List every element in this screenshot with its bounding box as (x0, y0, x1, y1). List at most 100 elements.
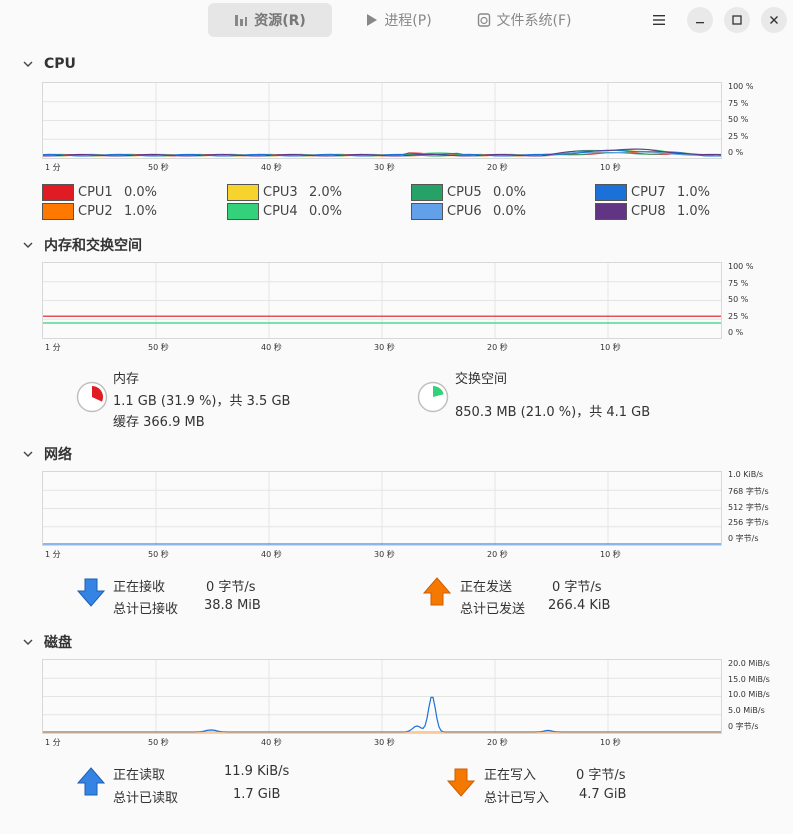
x-tick-label: 10 秒 (600, 163, 621, 172)
y-tick-label: 512 字节/s (728, 502, 769, 512)
x-tick-label: 20 秒 (487, 163, 508, 172)
cpu6-color-swatch[interactable] (411, 203, 443, 220)
y-tick-label: 768 字节/s (728, 486, 769, 496)
disk-section-header[interactable]: 磁盘 (22, 632, 72, 652)
cpu7-color-swatch[interactable] (595, 184, 627, 201)
y-tick-label: 10.0 MiB/s (728, 690, 770, 699)
total-read-label: 总计已读取 (113, 791, 179, 806)
x-tick-label: 1 分 (45, 550, 61, 559)
tab-filesystems-label: 文件系统(F) (496, 13, 572, 29)
x-tick-label: 10 秒 (600, 550, 621, 559)
upload-arrow-icon (422, 577, 452, 606)
x-tick-label: 30 秒 (374, 343, 395, 352)
cpu3-legend: CPU3 2.0% (227, 184, 342, 201)
total-received-value: 38.8 MiB (204, 598, 261, 613)
memory-section-title: 内存和交换空间 (44, 238, 142, 254)
x-tick-label: 40 秒 (261, 343, 282, 352)
play-icon (367, 14, 378, 26)
y-tick-label: 15.0 MiB/s (728, 674, 770, 684)
tab-processes[interactable]: 进程(P) (350, 3, 446, 37)
y-tick-label: 25 % (728, 131, 749, 141)
cpu7-legend: CPU7 1.0% (595, 184, 710, 201)
total-written-value: 4.7 GiB (579, 787, 627, 802)
disk-graph (42, 659, 722, 734)
y-tick-label: 0 % (728, 148, 744, 157)
cpu3-label: CPU3 (263, 185, 298, 200)
y-tick-label: 50 % (728, 295, 749, 304)
hamburger-icon (653, 15, 665, 25)
x-tick-label: 1 分 (45, 343, 61, 352)
cpu8-legend: CPU8 1.0% (595, 203, 710, 220)
memory-section-header[interactable]: 内存和交换空间 (22, 235, 142, 255)
x-tick-label: 20 秒 (487, 550, 508, 559)
cpu6-value: 0.0% (493, 204, 527, 219)
sending-value: 0 字节/s (552, 580, 602, 595)
y-tick-label: 20.0 MiB/s (728, 659, 770, 668)
y-tick-label: 0 字节/s (728, 722, 759, 731)
y-tick-label: 100 % (728, 262, 754, 271)
cpu5-value: 0.0% (493, 185, 527, 200)
cpu3-value: 2.0% (309, 185, 343, 200)
total-sent-value: 266.4 KiB (548, 598, 611, 613)
cpu1-label: CPU1 (78, 185, 113, 200)
cpu8-value: 1.0% (677, 204, 711, 219)
x-tick-label: 10 秒 (600, 738, 621, 747)
bar-chart-icon (235, 15, 248, 26)
x-tick-label: 10 秒 (600, 343, 621, 352)
receiving-label: 正在接收 (113, 580, 166, 595)
maximize-button[interactable] (724, 7, 750, 33)
chevron-down-icon (23, 451, 33, 457)
writing-label: 正在写入 (484, 768, 537, 783)
close-icon (770, 16, 778, 24)
swap-pie-icon (417, 381, 449, 413)
total-written-label: 总计已写入 (484, 791, 550, 806)
cpu8-color-swatch[interactable] (595, 203, 627, 220)
cpu1-color-swatch[interactable] (42, 184, 74, 201)
y-tick-label: 1.0 KiB/s (728, 470, 764, 479)
tab-resources[interactable]: 资源(R) (208, 3, 332, 37)
y-tick-label: 75 % (728, 98, 749, 108)
cpu4-legend: CPU4 0.0% (227, 203, 342, 220)
cpu2-color-swatch[interactable] (42, 203, 74, 220)
x-tick-label: 50 秒 (148, 738, 169, 747)
cpu3-color-swatch[interactable] (227, 184, 259, 201)
y-tick-label: 75 % (728, 278, 749, 288)
tab-filesystems[interactable]: 文件系统(F) (462, 3, 586, 37)
read-arrow-icon (76, 767, 106, 796)
tab-processes-label: 进程(P) (384, 13, 432, 29)
network-section-header[interactable]: 网络 (22, 444, 72, 464)
x-tick-label: 50 秒 (148, 343, 169, 352)
chevron-down-icon (23, 61, 33, 67)
x-tick-label: 40 秒 (261, 550, 282, 559)
cpu7-value: 1.0% (677, 185, 711, 200)
minimize-icon (696, 22, 704, 24)
x-tick-label: 50 秒 (148, 163, 169, 172)
cpu2-label: CPU2 (78, 204, 113, 219)
tab-resources-label: 资源(R) (254, 13, 306, 29)
network-graph (42, 471, 722, 546)
cpu-graph (42, 82, 722, 159)
disk-section-title: 磁盘 (44, 635, 72, 651)
close-button[interactable] (761, 7, 787, 33)
memory-graph (42, 262, 722, 339)
total-received-label: 总计已接收 (113, 602, 179, 617)
memory-usage-text: 1.1 GB (31.9 %)，共 3.5 GB (113, 394, 291, 409)
x-tick-label: 20 秒 (487, 343, 508, 352)
y-tick-label: 50 % (728, 115, 749, 124)
memory-label: 内存 (113, 372, 140, 387)
cpu6-legend: CPU6 0.0% (411, 203, 526, 220)
x-tick-label: 1 分 (45, 738, 61, 747)
reading-value: 11.9 KiB/s (224, 764, 290, 779)
cpu4-label: CPU4 (263, 204, 298, 219)
cpu5-color-swatch[interactable] (411, 184, 443, 201)
x-tick-label: 20 秒 (487, 738, 508, 747)
cpu1-value: 0.0% (124, 185, 158, 200)
cpu4-color-swatch[interactable] (227, 203, 259, 220)
writing-value: 0 字节/s (576, 768, 626, 783)
menu-button[interactable] (646, 7, 672, 33)
memory-pie-icon (76, 381, 108, 413)
cpu-section-header[interactable]: CPU (22, 56, 76, 72)
cpu6-label: CPU6 (447, 204, 482, 219)
minimize-button[interactable] (687, 7, 713, 33)
x-tick-label: 40 秒 (261, 163, 282, 172)
